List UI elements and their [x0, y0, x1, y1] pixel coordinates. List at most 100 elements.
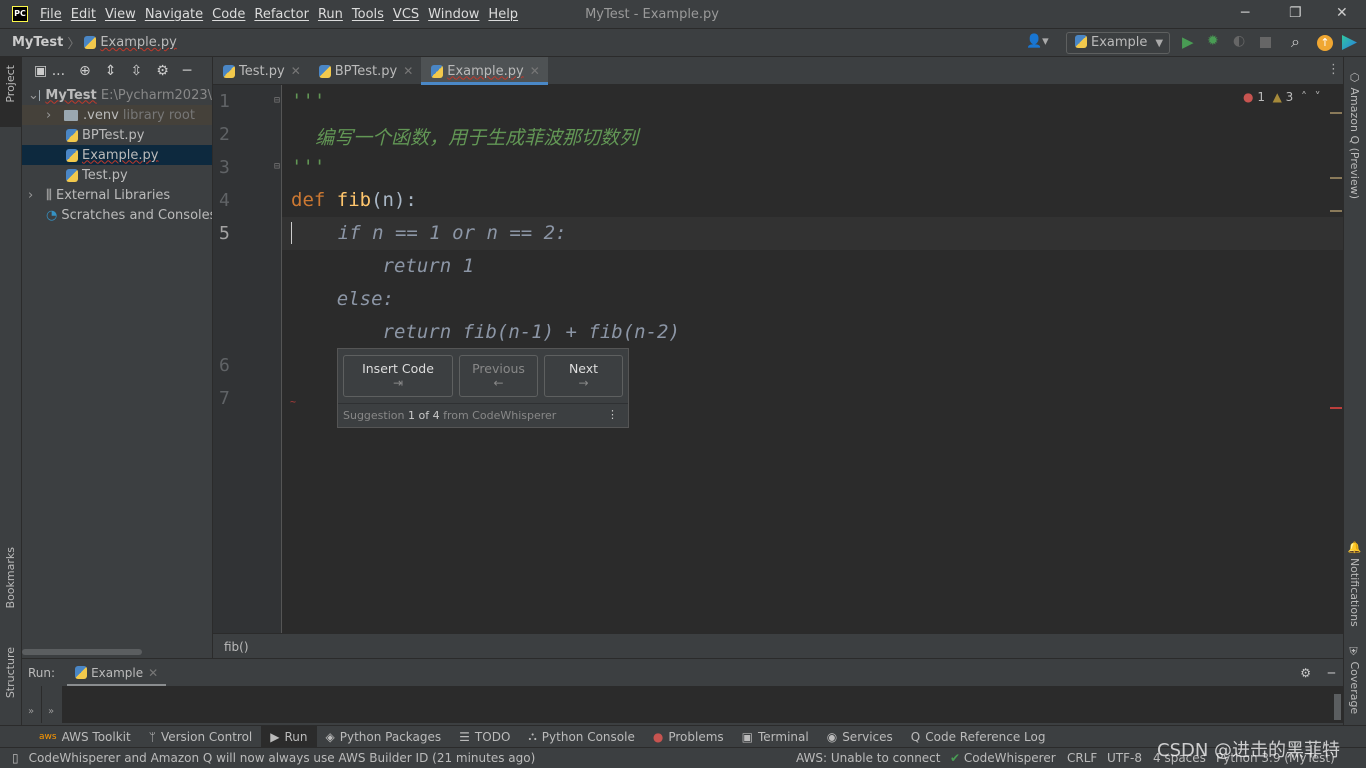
panel-toggle-icon[interactable]: ▯ [12, 751, 19, 765]
close-icon[interactable]: ✕ [291, 64, 301, 78]
restore-button[interactable]: ❐ [1289, 5, 1302, 21]
tool-code-reference-log[interactable]: Q Code Reference Log [902, 726, 1055, 748]
menu-run[interactable]: Run [318, 7, 343, 22]
tree-root[interactable]: ⌄ MyTest E:\Pycharm2023\ [22, 85, 212, 105]
run-icon[interactable]: ▶ [1182, 33, 1194, 51]
tree-scratches[interactable]: ◔ Scratches and Consoles [22, 205, 212, 225]
expand-toolbar-icon[interactable]: » [22, 686, 42, 723]
structure-tool-button[interactable]: Structure [4, 647, 17, 698]
folder-icon [64, 109, 78, 121]
codewhisperer-status[interactable]: ✔ CodeWhisperer [950, 751, 1056, 765]
ghost-suggestion: return fib(n-1) + fib(n-2) [291, 321, 680, 343]
menu-bar: PC File Edit View Navigate Code Refactor… [0, 0, 1366, 28]
codewithme-icon[interactable] [1342, 35, 1357, 50]
settings-icon[interactable]: ⚙ [1300, 666, 1311, 680]
folder-icon [38, 89, 41, 101]
coverage-tool-button[interactable]: ⛨ Coverage [1348, 647, 1361, 714]
tree-venv[interactable]: › .venv library root [22, 105, 212, 125]
tool-services[interactable]: ◉ Services [818, 726, 902, 748]
tab-test[interactable]: Test.py ✕ [213, 57, 309, 85]
tool-python-packages[interactable]: ◈ Python Packages [317, 726, 451, 748]
menu-window[interactable]: Window [428, 7, 479, 22]
close-window-button[interactable]: ✕ [1336, 5, 1348, 21]
tree-external-libraries[interactable]: › ⫼ External Libraries [22, 185, 212, 205]
fold-icon[interactable]: ⊟ [274, 161, 280, 172]
menu-navigate[interactable]: Navigate [145, 7, 203, 22]
view-mode-select[interactable]: ▣ ... [34, 63, 65, 79]
more-tabs-icon[interactable]: ⋮ [1327, 62, 1340, 77]
notifications-tool-button[interactable]: 🔔 Notifications [1348, 541, 1361, 627]
status-message[interactable]: CodeWhisperer and Amazon Q will now alwa… [29, 751, 536, 765]
collapse-all-icon[interactable]: ⇳ [131, 63, 143, 79]
nav-file[interactable]: Example.py [100, 35, 176, 50]
line-separator[interactable]: CRLF [1067, 751, 1097, 765]
menu-refactor[interactable]: Refactor [254, 7, 309, 22]
menu-edit[interactable]: Edit [71, 7, 96, 22]
horizontal-scrollbar[interactable] [22, 649, 142, 655]
menu-file[interactable]: File [40, 7, 62, 22]
python-file-icon [66, 168, 78, 182]
tree-file[interactable]: BPTest.py [22, 125, 212, 145]
ghost-suggestion: if n == 1 or n == 2: [291, 222, 567, 244]
tool-aws-toolkit[interactable]: aws AWS Toolkit [30, 726, 140, 748]
locate-icon[interactable]: ⊕ [79, 63, 91, 79]
stop-icon[interactable] [1260, 37, 1271, 48]
menu-view[interactable]: View [105, 7, 136, 22]
hide-icon[interactable]: ─ [183, 63, 191, 79]
expand-toolbar-icon[interactable]: » [42, 686, 62, 723]
tool-terminal[interactable]: ▣ Terminal [733, 726, 818, 748]
menu-vcs[interactable]: VCS [393, 7, 419, 22]
tool-run[interactable]: ▶ Run [261, 725, 317, 748]
tree-file[interactable]: Test.py [22, 165, 212, 185]
tab-example[interactable]: Example.py ✕ [421, 57, 548, 85]
aws-connection[interactable]: AWS: Unable to connect [796, 751, 940, 765]
editor-tabs: Test.py ✕ BPTest.py ✕ Example.py ✕ ⋮ [213, 57, 1343, 85]
python-file-icon [84, 36, 97, 49]
suggestion-footer: Suggestion 1 of 4 from CodeWhisperer ⋮ [338, 403, 628, 427]
tool-problems[interactable]: ● Problems [644, 726, 733, 748]
more-options-icon[interactable]: ⋮ [607, 408, 618, 421]
status-bar: ▯ CodeWhisperer and Amazon Q will now al… [0, 740, 1366, 768]
codewhisperer-popup: Insert Code ⇥ Previous ← Next → Suggestion … [337, 348, 629, 428]
debug-icon[interactable]: ✹ [1207, 33, 1219, 49]
amazonq-tool-button[interactable]: ⬡ Amazon Q (Preview) [1348, 71, 1361, 199]
nav-project[interactable]: MyTest [12, 35, 63, 50]
run-console[interactable]: » » [22, 686, 1343, 723]
previous-button[interactable]: Previous ← [459, 355, 538, 397]
menu-tools[interactable]: Tools [352, 7, 384, 22]
inspection-widget[interactable]: ● 1 ▲ 3 ˄ ˅ [1243, 90, 1321, 104]
insert-code-button[interactable]: Insert Code ⇥ [343, 355, 453, 397]
gear-icon[interactable]: ⚙ [156, 63, 169, 79]
run-with-coverage-icon[interactable]: ◐ [1233, 33, 1245, 49]
tab-bptest[interactable]: BPTest.py ✕ [309, 57, 422, 85]
tool-python-console[interactable]: ⛬ Python Console [519, 726, 643, 748]
python-icon [1075, 35, 1087, 48]
close-icon[interactable]: ✕ [403, 64, 413, 78]
menu-help[interactable]: Help [488, 7, 518, 22]
right-tool-stripe: ⬡ Amazon Q (Preview) 🔔 Notifications ⛨ C… [1343, 57, 1366, 725]
project-panel: ▣ ... ⊕ ⇕ ⇳ ⚙ ─ ⌄ MyTest E:\Pycharm2023\… [22, 57, 213, 658]
hide-icon[interactable]: ─ [1328, 666, 1335, 680]
user-icon[interactable]: 👤▾ [1026, 34, 1049, 49]
project-tool-button[interactable]: Project [4, 65, 17, 103]
tree-file-selected[interactable]: Example.py [22, 145, 212, 165]
run-config-select[interactable]: Example ▼ [1066, 32, 1170, 54]
gutter: 1 2 3 4 5 6 7 ⊟ ⊟ ~ [213, 85, 296, 633]
menu-code[interactable]: Code [212, 7, 245, 22]
search-icon[interactable]: ⌕ [1291, 32, 1300, 52]
close-icon[interactable]: ✕ [530, 64, 540, 78]
bookmarks-tool-button[interactable]: Bookmarks [4, 547, 17, 608]
tool-version-control[interactable]: ᛘ Version Control [140, 726, 262, 748]
update-icon[interactable]: ↑ [1317, 35, 1333, 51]
expand-all-icon[interactable]: ⇕ [105, 63, 117, 79]
next-button[interactable]: Next → [544, 355, 623, 397]
run-panel-header: Run: Example ✕ ⚙ ─ [22, 658, 1343, 687]
breadcrumb[interactable]: fib() [213, 633, 1343, 658]
tool-todo[interactable]: ☰ TODO [450, 726, 519, 748]
fold-icon[interactable]: ⊟ [274, 95, 280, 106]
ghost-suggestion: else: [291, 288, 394, 310]
minimize-button[interactable]: ─ [1241, 5, 1249, 21]
run-tab-example[interactable]: Example ✕ [67, 659, 167, 687]
vertical-scrollbar[interactable] [1334, 694, 1341, 720]
encoding[interactable]: UTF-8 [1107, 751, 1142, 765]
